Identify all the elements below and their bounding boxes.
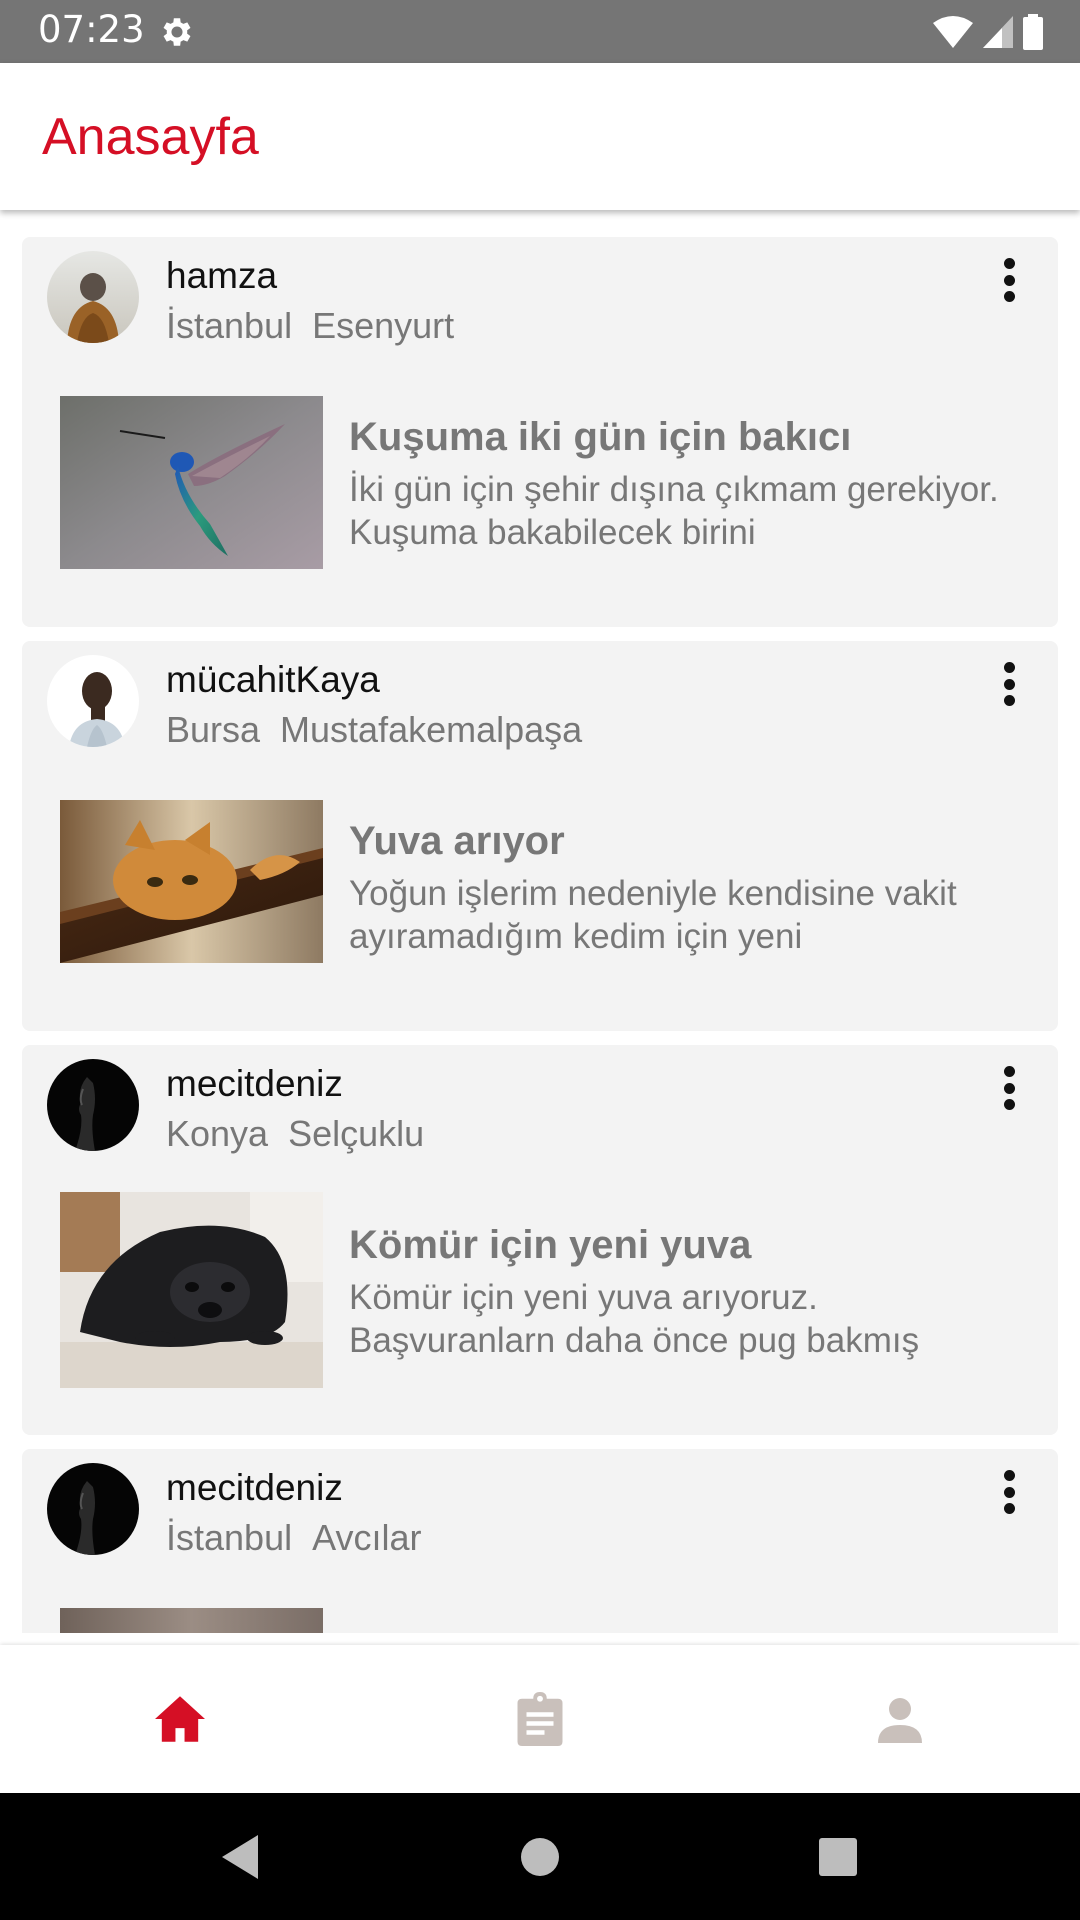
nav-profile[interactable] [720,1645,1080,1793]
post-username: hamza [166,255,278,296]
more-options-icon[interactable] [1002,1066,1016,1110]
post-location: İstanbul Avcılar [166,1517,441,1559]
status-bar: 07:23 [0,0,1080,63]
home-icon [155,1696,205,1742]
post-title: Kömür için yeni yuva [349,1223,752,1267]
post-image[interactable] [60,800,323,963]
post-district: Avcılar [312,1517,422,1558]
nav-home[interactable] [0,1645,360,1793]
cell-signal-icon [983,16,1013,48]
clipboard-icon [517,1692,563,1746]
post-image[interactable] [60,1608,323,1633]
post-username: mecitdeniz [166,1063,343,1104]
status-icons [932,12,1044,52]
post-description: İki gün için şehir dışına çıkmam gerekiy… [349,470,999,552]
post-location: Konya Selçuklu [166,1113,444,1155]
nav-listings[interactable] [360,1645,720,1793]
post-district: Mustafakemalpaşa [280,709,583,750]
post-location: Bursa Mustafakemalpaşa [166,709,602,751]
post-card[interactable]: mecitdeniz Konya Selçuklu Kömür için yen… [22,1045,1058,1435]
wifi-icon [933,16,973,48]
gear-icon [163,18,191,46]
battery-icon [1023,14,1043,50]
post-city: İstanbul [166,305,293,346]
post-card[interactable]: mücahitKaya Bursa Mustafakemalpaşa Yuva … [22,641,1058,1031]
post-district: Esenyurt [312,305,455,346]
home-circle-icon[interactable] [510,1827,570,1887]
avatar [47,1059,139,1151]
post-image[interactable] [60,1192,323,1388]
more-options-icon[interactable] [1002,1470,1016,1514]
post-title: Yuva arıyor [349,819,565,863]
post-image[interactable] [60,396,323,569]
more-options-icon[interactable] [1002,258,1016,302]
avatar [47,251,139,343]
person-icon [878,1698,922,1743]
app-bar: Anasayfa [0,63,1080,210]
post-city: Bursa [166,709,261,750]
screen: 07:23 Anasayfa hamza İstanbul Esenyurt K… [0,0,1080,1920]
status-time: 07:23 [38,8,145,51]
post-city: Konya [166,1113,269,1154]
post-title: Kuşuma iki gün için bakıcı [349,415,852,459]
post-location: İstanbul Esenyurt [166,305,474,347]
post-username: mücahitKaya [166,659,380,700]
post-feed[interactable]: hamza İstanbul Esenyurt Kuşuma iki gün i… [0,210,1080,1633]
post-city: İstanbul [166,1517,293,1558]
post-district: Selçuklu [288,1113,425,1154]
post-card[interactable]: mecitdeniz İstanbul Avcılar [22,1449,1058,1633]
avatar [47,1463,139,1555]
post-card[interactable]: hamza İstanbul Esenyurt Kuşuma iki gün i… [22,237,1058,627]
avatar [47,655,139,747]
more-options-icon[interactable] [1002,662,1016,706]
bottom-navigation [0,1645,1080,1793]
post-username: mecitdeniz [166,1467,343,1508]
post-description: Yoğun işlerim nedeniyle kendisine vakit … [349,874,957,956]
post-description: Kömür için yeni yuva arıyoruz. Başvuranl… [349,1278,920,1360]
page-title: Anasayfa [42,108,259,166]
system-navigation [0,1793,1080,1920]
back-icon[interactable] [210,1827,270,1887]
recents-icon[interactable] [808,1827,868,1887]
